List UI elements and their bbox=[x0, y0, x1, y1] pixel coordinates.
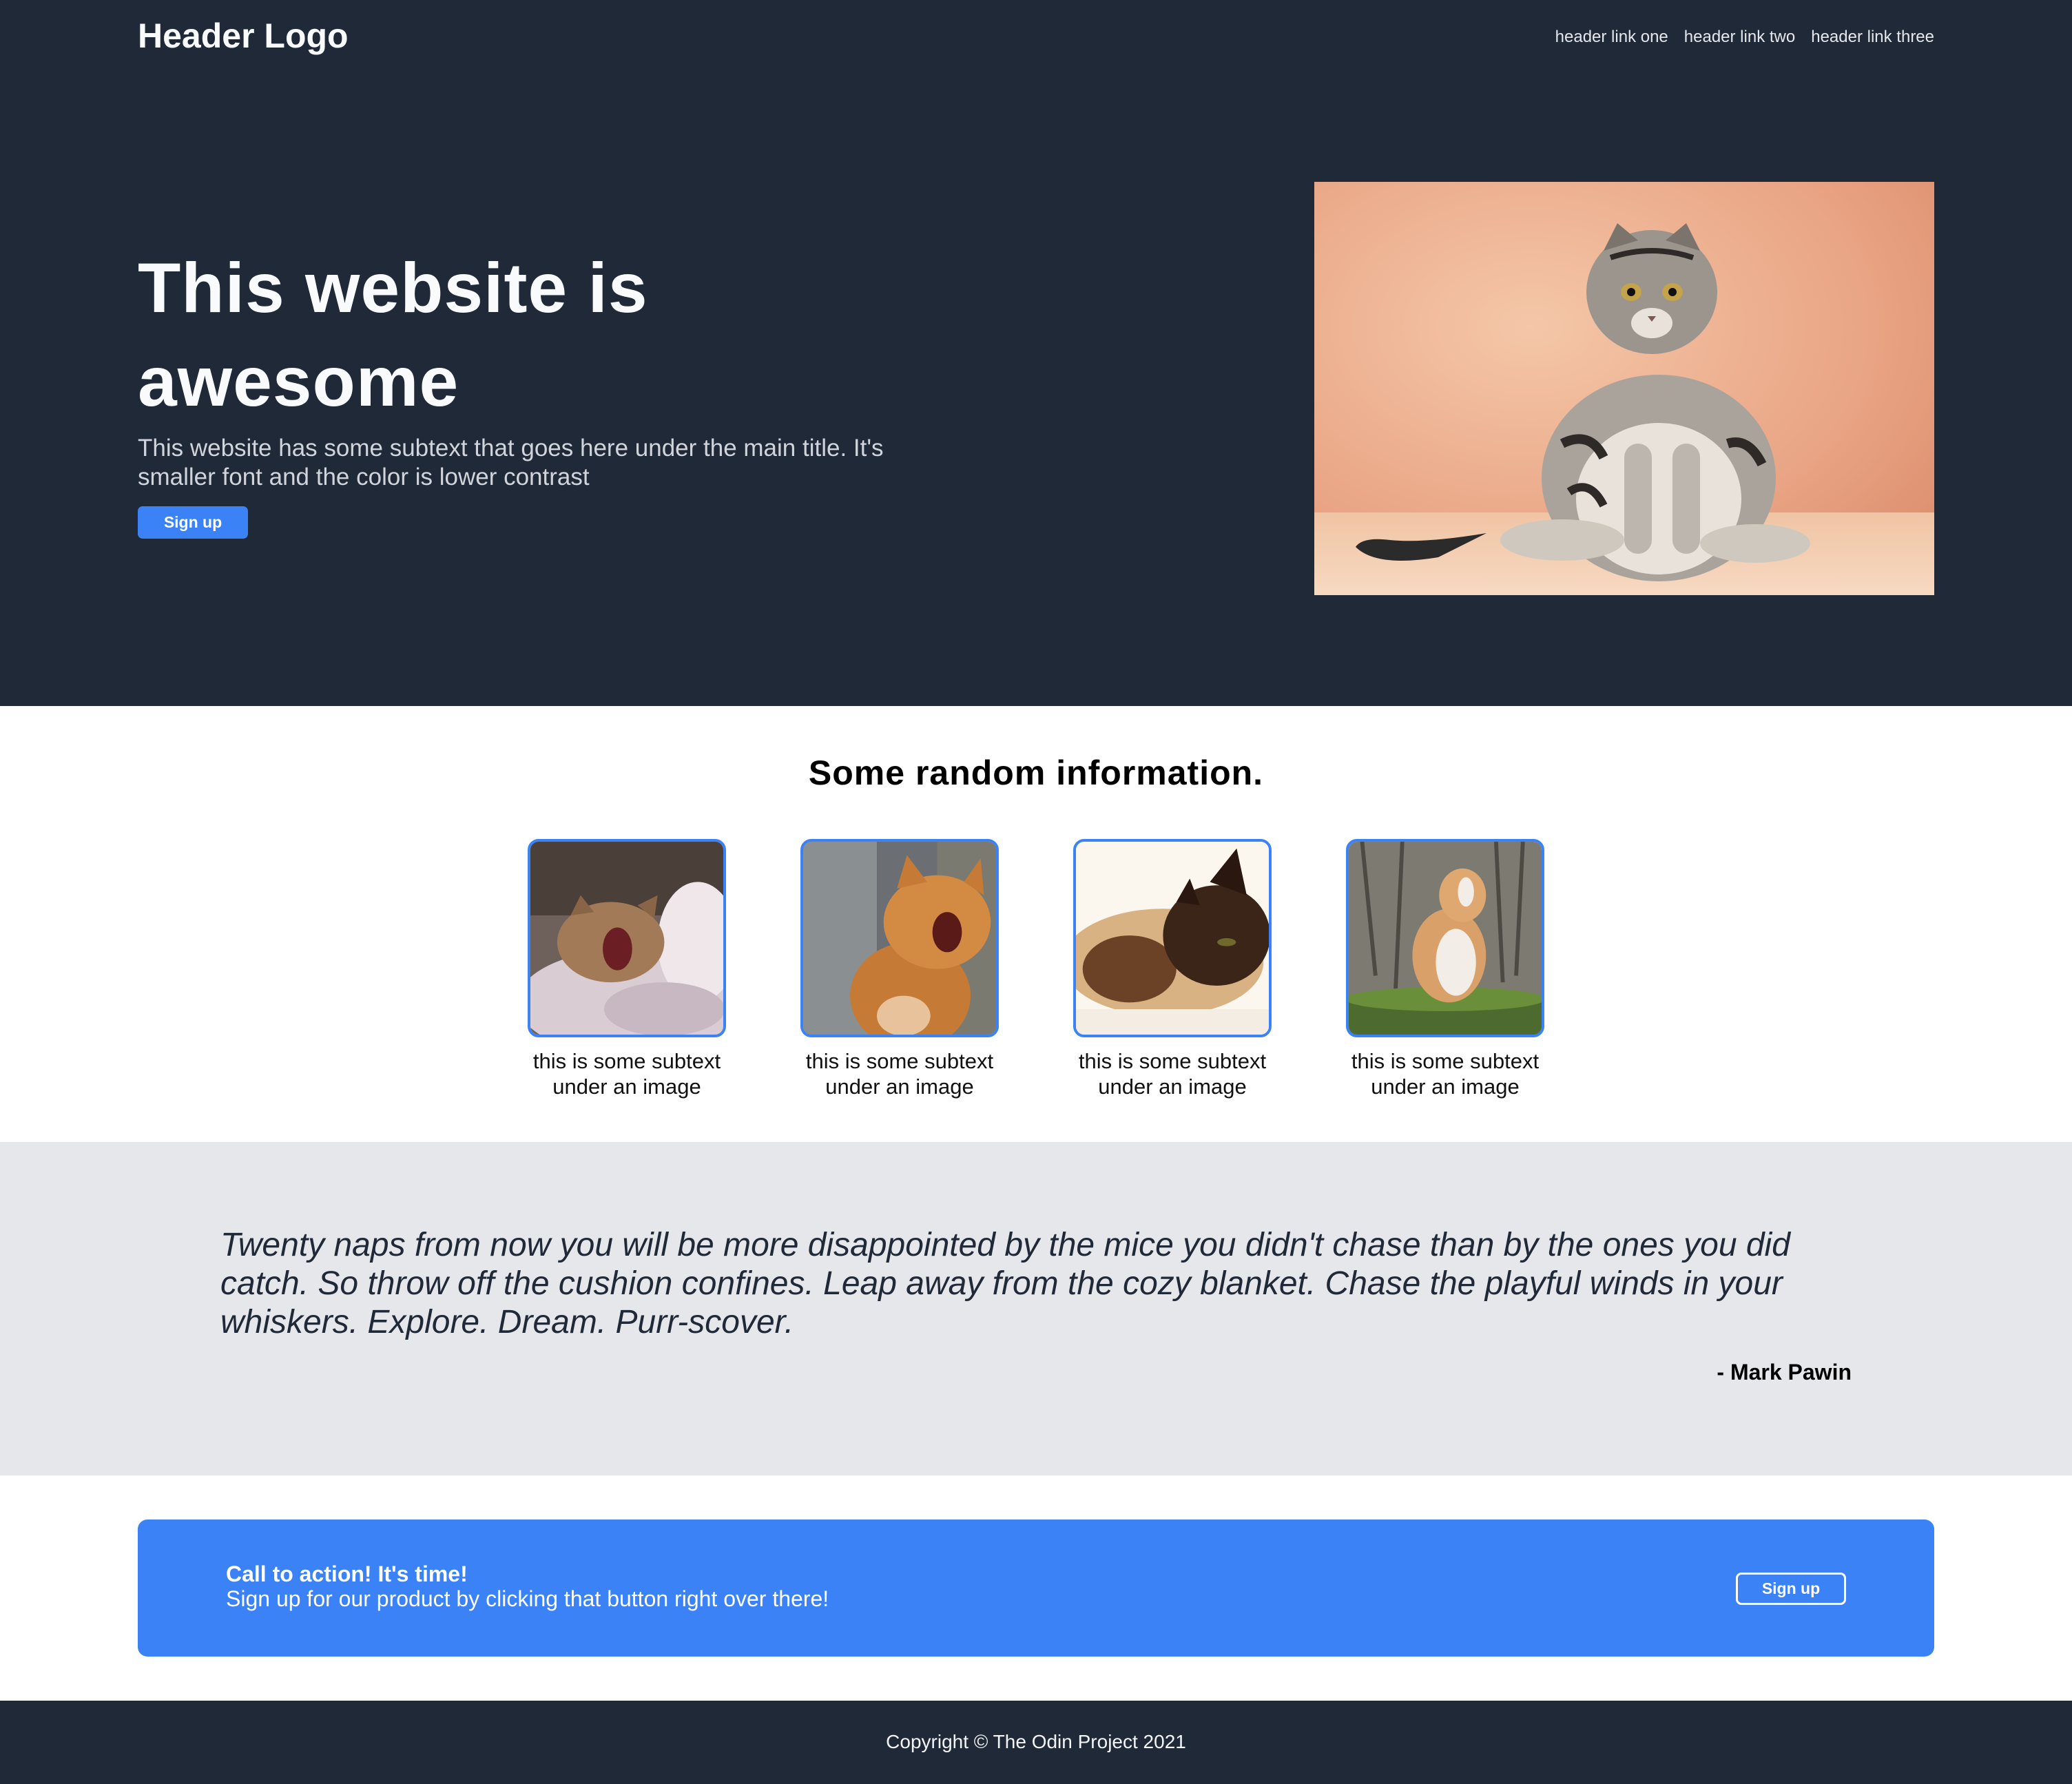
hero-title: This website is awesome bbox=[138, 249, 648, 421]
hero-cat-image bbox=[1314, 182, 1934, 595]
cta-signup-button[interactable]: Sign up bbox=[1736, 1573, 1846, 1605]
cta-title: Call to action! It's time! bbox=[226, 1562, 468, 1586]
quote-author: - Mark Pawin bbox=[1717, 1360, 1852, 1384]
info-card-3: this is some subtext under an image bbox=[1073, 839, 1272, 1099]
call-to-action-box: Call to action! It's time! Sign up for o… bbox=[138, 1519, 1934, 1657]
hero-signup-button[interactable]: Sign up bbox=[138, 506, 248, 539]
header-link-two[interactable]: header link two bbox=[1684, 25, 1795, 50]
info-card-1: this is some subtext under an image bbox=[528, 839, 726, 1099]
info-card-3-caption: this is some subtext under an image bbox=[1078, 1049, 1267, 1099]
quote-section: Twenty naps from now you will be more di… bbox=[0, 1142, 2072, 1475]
info-card-4-caption: this is some subtext under an image bbox=[1351, 1049, 1540, 1099]
sleeping-siamese-cat-image bbox=[1073, 839, 1272, 1037]
header-link-one[interactable]: header link one bbox=[1555, 25, 1668, 50]
info-title: Some random information. bbox=[808, 754, 1264, 792]
header-link-three[interactable]: header link three bbox=[1811, 25, 1934, 50]
info-card-2-caption: this is some subtext under an image bbox=[805, 1049, 994, 1099]
yawning-orange-cat-image bbox=[800, 839, 999, 1037]
info-card-1-caption: this is some subtext under an image bbox=[532, 1049, 721, 1099]
hero-subtext: This website has some subtext that goes … bbox=[138, 435, 884, 490]
yawning-cat-in-bed-image bbox=[528, 839, 726, 1037]
footer: Copyright © The Odin Project 2021 bbox=[0, 1701, 2072, 1784]
cta-text: Sign up for our product by clicking that… bbox=[226, 1586, 829, 1611]
info-card-2: this is some subtext under an image bbox=[800, 839, 999, 1099]
info-card-4: this is some subtext under an image bbox=[1346, 839, 1544, 1099]
quote-text: Twenty naps from now you will be more di… bbox=[220, 1227, 1790, 1340]
cat-on-log-image bbox=[1346, 839, 1544, 1037]
header-nav: header link one header link two header l… bbox=[1555, 25, 1934, 50]
footer-copyright: Copyright © The Odin Project 2021 bbox=[886, 1731, 1186, 1752]
hero-section: Header Logo header link one header link … bbox=[0, 0, 2072, 706]
header-logo[interactable]: Header Logo bbox=[138, 12, 349, 59]
